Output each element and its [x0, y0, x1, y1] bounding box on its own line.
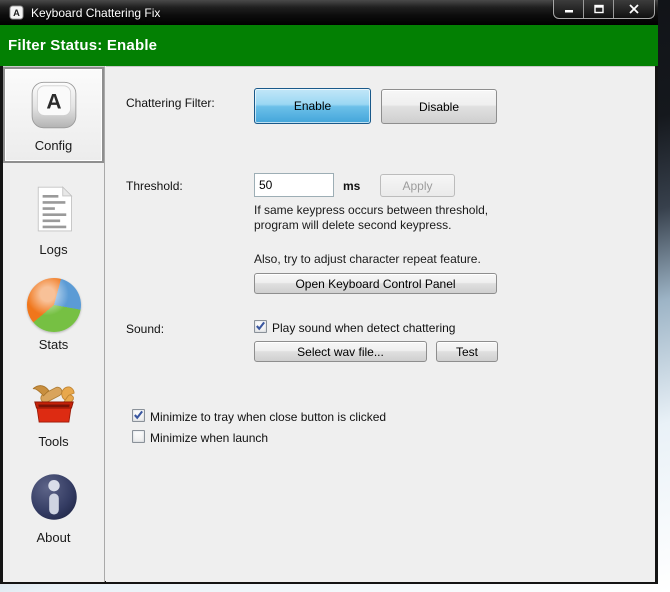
close-button[interactable] [614, 0, 654, 18]
sidebar-item-label: About [36, 530, 71, 545]
sidebar-item-label: Config [34, 138, 73, 153]
maximize-button[interactable] [584, 0, 614, 18]
title-bar[interactable]: A Keyboard Chattering Fix [0, 0, 658, 25]
enable-button[interactable]: Enable [254, 88, 371, 124]
check-icon [256, 321, 266, 330]
select-wav-file-button[interactable]: Select wav file... [254, 341, 427, 362]
keyboard-key-icon: A [31, 81, 76, 129]
minimize-when-launch-label: Minimize when launch [150, 431, 269, 445]
disable-button[interactable]: Disable [381, 89, 497, 124]
repeat-feature-hint: Also, try to adjust character repeat fea… [254, 252, 481, 266]
sidebar-item-about[interactable]: About [3, 459, 104, 555]
filter-status-banner: Filter Status: Enable [0, 25, 658, 66]
sidebar-item-logs[interactable]: Logs [3, 171, 104, 267]
chattering-filter-label: Chattering Filter: [126, 96, 215, 110]
config-panel: Chattering Filter: Enable Disable Thresh… [106, 66, 655, 582]
sound-label: Sound: [126, 322, 165, 336]
check-icon [134, 410, 144, 419]
sidebar-item-label: Stats [38, 337, 69, 352]
sidebar: A Config Logs Stats Tools About [3, 66, 105, 582]
app-icon: A [9, 5, 24, 20]
window-title: Keyboard Chattering Fix [31, 5, 161, 20]
toolbox-icon [32, 385, 75, 423]
minimize-when-launch-checkbox[interactable] [132, 430, 145, 443]
close-icon [629, 4, 639, 14]
app-window: A Keyboard Chattering Fix Filter Status:… [0, 0, 658, 584]
play-sound-checkbox[interactable] [254, 320, 267, 333]
sidebar-item-tools[interactable]: Tools [3, 363, 104, 459]
threshold-unit-label: ms [343, 179, 361, 193]
svg-text:A: A [46, 91, 61, 114]
threshold-label: Threshold: [126, 179, 183, 193]
sidebar-item-config[interactable]: A Config [3, 67, 104, 163]
maximize-icon [593, 4, 604, 14]
sidebar-item-label: Tools [38, 434, 69, 449]
window-controls [553, 0, 655, 19]
pie-chart-icon [26, 278, 81, 332]
filter-status-text: Filter Status: Enable [8, 37, 158, 54]
play-sound-label: Play sound when detect chattering [272, 321, 456, 335]
info-icon [30, 474, 77, 520]
sidebar-item-stats[interactable]: Stats [3, 267, 104, 363]
minimize-to-tray-checkbox[interactable] [132, 409, 145, 422]
sidebar-item-label: Logs [39, 242, 68, 257]
minimize-button[interactable] [554, 0, 584, 18]
svg-text:A: A [13, 8, 20, 18]
threshold-help-line1: If same keypress occurs between threshol… [254, 203, 489, 217]
minimize-to-tray-label: Minimize to tray when close button is cl… [150, 410, 387, 424]
threshold-help-line2: program will delete second keypress. [254, 218, 452, 232]
minimize-icon [564, 10, 573, 13]
threshold-input[interactable] [254, 173, 334, 197]
apply-button[interactable]: Apply [380, 174, 455, 197]
document-icon [37, 186, 73, 232]
test-sound-button[interactable]: Test [436, 341, 498, 362]
open-keyboard-control-panel-button[interactable]: Open Keyboard Control Panel [254, 273, 497, 294]
